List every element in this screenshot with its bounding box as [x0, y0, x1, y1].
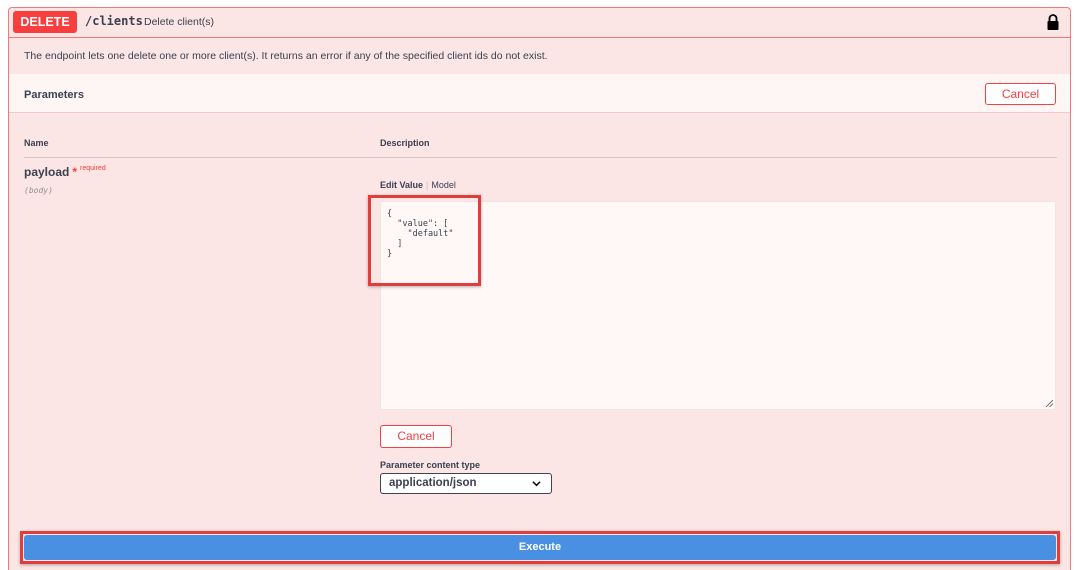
value-model-tabs: Edit Value | Model: [380, 180, 456, 190]
operation-description: The endpoint lets one delete one or more…: [24, 50, 548, 62]
required-label: required: [80, 165, 106, 172]
chevron-down-icon: [532, 481, 541, 487]
execute-highlight-box: [20, 531, 1060, 564]
operation-summary[interactable]: DELETE /clients Delete client(s): [9, 8, 1070, 38]
endpoint-path: /clients: [85, 14, 143, 28]
lock-icon[interactable]: [1046, 13, 1060, 31]
parameters-header: Parameters Cancel: [9, 74, 1070, 113]
tab-model[interactable]: Model: [431, 180, 456, 190]
column-header-description: Description: [380, 138, 430, 148]
content-type-label: Parameter content type: [380, 460, 481, 470]
cancel-button[interactable]: Cancel: [380, 425, 452, 448]
body-editor[interactable]: { "value": [ "default" ] }: [380, 201, 1056, 410]
required-star: *: [72, 165, 78, 179]
content-type-value: application/json: [389, 477, 477, 489]
content-type-select[interactable]: application/json: [380, 473, 552, 494]
parameter-name: payload * required: [24, 165, 106, 179]
header-divider: [24, 157, 1057, 158]
method-badge: DELETE: [13, 11, 77, 33]
operation-block: DELETE /clients Delete client(s) The end…: [8, 7, 1071, 570]
tab-separator: |: [426, 180, 429, 190]
tab-edit-value[interactable]: Edit Value: [380, 180, 423, 190]
endpoint-summary: Delete client(s): [144, 16, 215, 28]
parameters-title: Parameters: [24, 89, 84, 101]
resize-grip-icon[interactable]: [1045, 399, 1053, 407]
parameter-name-text: payload: [24, 165, 70, 179]
code-highlight-box: [368, 195, 481, 286]
column-header-name: Name: [24, 138, 49, 148]
parameter-location: (body): [24, 186, 53, 195]
cancel-try-out-button[interactable]: Cancel: [985, 83, 1056, 105]
